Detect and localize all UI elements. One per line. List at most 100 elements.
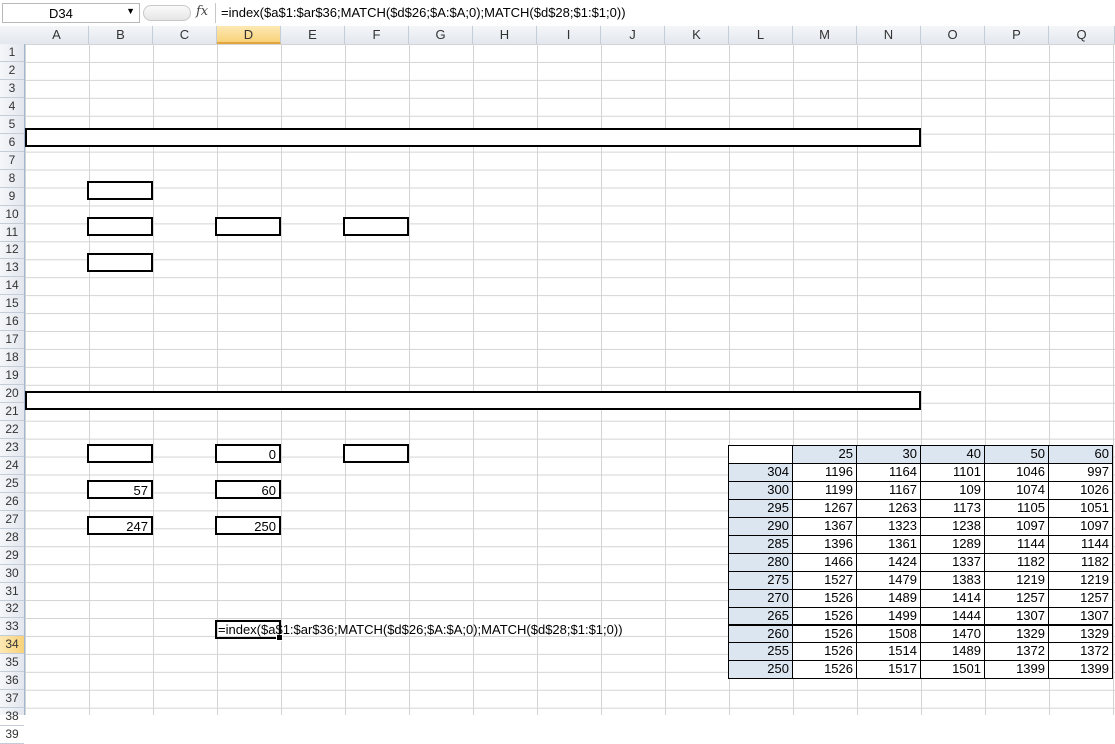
- row-header-3[interactable]: 3: [0, 80, 24, 98]
- table-cell[interactable]: 1517: [856, 660, 921, 680]
- row-header-22[interactable]: 22: [0, 421, 24, 439]
- input-cell-D28[interactable]: 250: [215, 516, 281, 535]
- column-header-P[interactable]: P: [985, 26, 1049, 44]
- table-cell[interactable]: 1501: [920, 660, 985, 680]
- table-cell[interactable]: 1499: [856, 606, 921, 626]
- column-header-L[interactable]: L: [729, 26, 793, 44]
- table-cell[interactable]: 1489: [920, 642, 985, 662]
- row-header-18[interactable]: 18: [0, 349, 24, 368]
- table-cell[interactable]: 1257: [1048, 588, 1113, 608]
- formula-input[interactable]: =index($a$1:$ar$36;MATCH($d$26;$A:$A;0);…: [221, 5, 626, 20]
- table-cell[interactable]: 1219: [1048, 570, 1113, 590]
- table-cell[interactable]: 1105: [984, 498, 1049, 518]
- table-column-header[interactable]: 50: [984, 445, 1049, 464]
- table-row-header[interactable]: 300: [728, 480, 793, 500]
- table-cell[interactable]: 1144: [984, 534, 1049, 554]
- column-header-F[interactable]: F: [345, 26, 409, 44]
- column-header-K[interactable]: K: [665, 26, 729, 44]
- row-header-24[interactable]: 24: [0, 457, 24, 475]
- table-column-header[interactable]: 25: [792, 445, 857, 464]
- table-cell[interactable]: 997: [1048, 462, 1113, 482]
- row-header-10[interactable]: 10: [0, 206, 24, 224]
- table-cell[interactable]: 1196: [792, 462, 857, 482]
- table-cell[interactable]: 1399: [1048, 660, 1113, 680]
- input-cell-F24[interactable]: [343, 444, 409, 463]
- table-cell[interactable]: 1097: [1048, 516, 1113, 536]
- table-cell[interactable]: 1164: [856, 462, 921, 482]
- table-row-header[interactable]: 295: [728, 498, 793, 518]
- row-header-12[interactable]: 12: [0, 241, 24, 260]
- table-cell[interactable]: 1307: [1048, 606, 1113, 626]
- table-cell[interactable]: 1329: [1048, 624, 1113, 644]
- table-cell[interactable]: 1527: [792, 570, 857, 590]
- input-cell-D24[interactable]: 0: [215, 444, 281, 463]
- table-cell[interactable]: 1526: [792, 660, 857, 680]
- row-header-23[interactable]: 23: [0, 439, 24, 457]
- table-cell[interactable]: 1199: [792, 480, 857, 500]
- input-cell-B24[interactable]: [87, 444, 153, 463]
- table-column-header[interactable]: 40: [920, 445, 985, 464]
- table-cell[interactable]: 1396: [792, 534, 857, 554]
- column-header-I[interactable]: I: [537, 26, 601, 44]
- table-cell[interactable]: 1051: [1048, 498, 1113, 518]
- row-header-21[interactable]: 21: [0, 403, 24, 421]
- row-header-14[interactable]: 14: [0, 277, 24, 296]
- column-header-J[interactable]: J: [601, 26, 665, 44]
- input-cell-D26[interactable]: 60: [215, 480, 281, 499]
- table-cell[interactable]: 1219: [984, 570, 1049, 590]
- table-cell[interactable]: 1173: [920, 498, 985, 518]
- row-header-9[interactable]: 9: [0, 188, 24, 206]
- row-header-38[interactable]: 38: [0, 708, 24, 727]
- row-header-25[interactable]: 25: [0, 475, 24, 493]
- row-header-29[interactable]: 29: [0, 547, 24, 565]
- table-cell[interactable]: 1526: [792, 588, 857, 608]
- row-header-1[interactable]: 1: [0, 44, 24, 62]
- row-header-17[interactable]: 17: [0, 331, 24, 350]
- table-row-header[interactable]: 270: [728, 588, 793, 608]
- column-header-H[interactable]: H: [473, 26, 537, 44]
- row-header-11[interactable]: 11: [0, 224, 24, 242]
- table-cell[interactable]: 1238: [920, 516, 985, 536]
- table-cell[interactable]: 1289: [920, 534, 985, 554]
- table-cell[interactable]: 1101: [920, 462, 985, 482]
- column-header-E[interactable]: E: [281, 26, 345, 44]
- column-header-Q[interactable]: Q: [1049, 26, 1115, 44]
- table-cell[interactable]: 1508: [856, 624, 921, 644]
- table-cell[interactable]: 1097: [984, 516, 1049, 536]
- table-cell[interactable]: 1361: [856, 534, 921, 554]
- table-cell[interactable]: 1263: [856, 498, 921, 518]
- input-cell-F11[interactable]: [343, 217, 409, 236]
- column-header-M[interactable]: M: [793, 26, 857, 44]
- column-header-G[interactable]: G: [409, 26, 473, 44]
- table-cell[interactable]: 1414: [920, 588, 985, 608]
- table-cell[interactable]: 1144: [1048, 534, 1113, 554]
- row-header-31[interactable]: 31: [0, 583, 24, 601]
- table-cell[interactable]: 1399: [984, 660, 1049, 680]
- table-cell[interactable]: 1372: [1048, 642, 1113, 662]
- table-cell[interactable]: 1026: [1048, 480, 1113, 500]
- table-row-header[interactable]: 290: [728, 516, 793, 536]
- input-cell-B28[interactable]: 247: [87, 516, 153, 535]
- row-header-36[interactable]: 36: [0, 672, 24, 691]
- table-cell[interactable]: 1372: [984, 642, 1049, 662]
- column-header-N[interactable]: N: [857, 26, 921, 44]
- table-cell[interactable]: 1526: [792, 606, 857, 626]
- column-header-B[interactable]: B: [89, 26, 153, 44]
- table-cell[interactable]: 1526: [792, 642, 857, 662]
- input-cell-B13[interactable]: [87, 253, 153, 272]
- row-header-30[interactable]: 30: [0, 565, 24, 583]
- table-cell[interactable]: 1323: [856, 516, 921, 536]
- row-header-7[interactable]: 7: [0, 152, 24, 170]
- row-header-15[interactable]: 15: [0, 295, 24, 314]
- input-cell-B11[interactable]: [87, 217, 153, 236]
- table-cell[interactable]: 1182: [984, 552, 1049, 572]
- table-cell[interactable]: 1307: [984, 606, 1049, 626]
- column-header-D[interactable]: D: [217, 26, 281, 44]
- input-cell-B9[interactable]: [87, 181, 153, 200]
- table-cell[interactable]: 1470: [920, 624, 985, 644]
- table-cell[interactable]: 1479: [856, 570, 921, 590]
- table-cell[interactable]: 1526: [792, 624, 857, 644]
- row-header-26[interactable]: 26: [0, 493, 24, 511]
- row-header-33[interactable]: 33: [0, 618, 24, 637]
- column-header-O[interactable]: O: [921, 26, 985, 44]
